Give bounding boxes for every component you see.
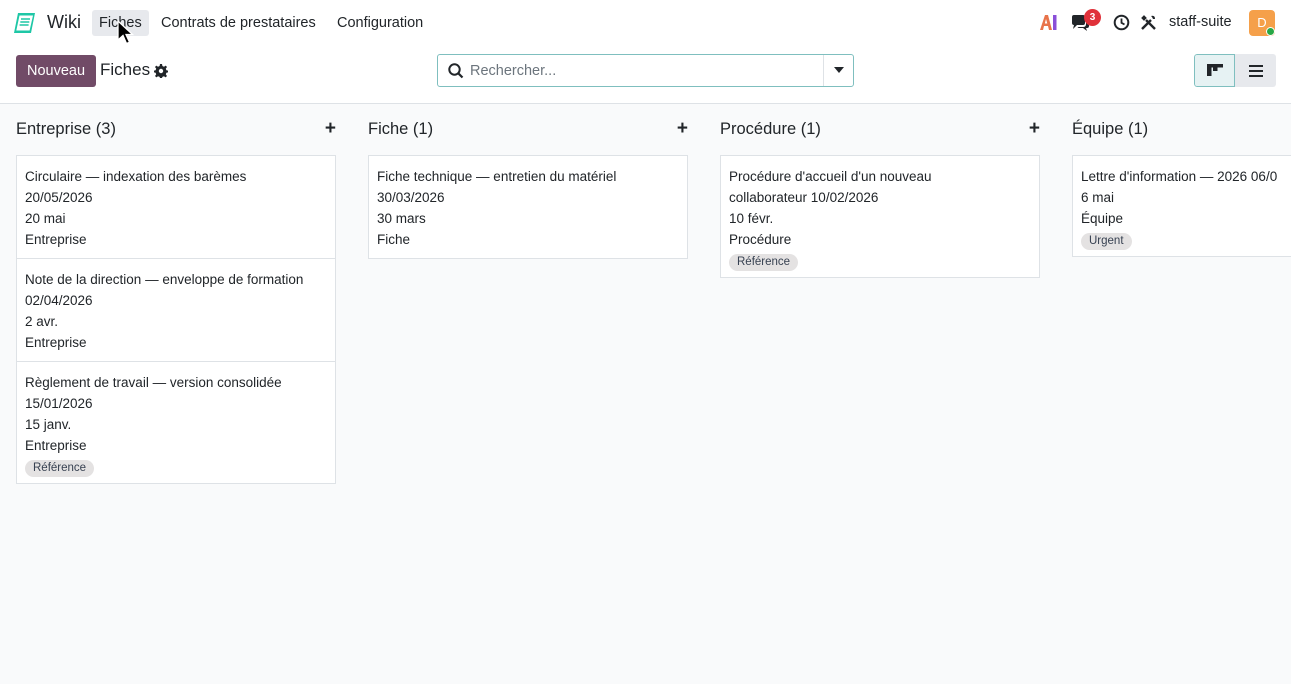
column-header: Équipe (1) <box>1072 120 1291 140</box>
card-short-date: 2 avr. <box>25 314 59 329</box>
tag-badge: Référence <box>25 460 95 477</box>
tag-badge: Urgent <box>1081 233 1132 250</box>
kanban-card[interactable]: Lettre d'information — 2026 06/0 6 mai É… <box>1072 155 1291 257</box>
new-button[interactable]: Nouveau <box>16 55 96 87</box>
card-short-date: 6 mai <box>1081 190 1115 205</box>
plus-icon[interactable]: + <box>325 118 336 140</box>
username[interactable]: staff-suite <box>1169 14 1232 30</box>
kanban-card[interactable]: Procédure d'accueil d'un nouveau collabo… <box>720 155 1040 278</box>
search-bar <box>437 54 854 87</box>
column-title[interactable]: Équipe (1) <box>1072 120 1148 139</box>
notification-badge: 3 <box>1084 9 1101 26</box>
card-short-date: 15 janv. <box>25 417 72 432</box>
search-options-toggle[interactable] <box>823 55 853 86</box>
menu-item-configuration[interactable]: Configuration <box>330 10 430 36</box>
card-date: 15/01/2026 <box>25 396 93 411</box>
kanban-icon <box>1206 63 1223 76</box>
search-icon <box>448 63 464 79</box>
plus-icon[interactable]: + <box>677 118 688 140</box>
tools-icon[interactable] <box>1140 14 1157 31</box>
kanban-card[interactable]: Note de la direction — enveloppe de form… <box>16 258 336 362</box>
caret-down-icon <box>833 67 844 73</box>
gear-icon[interactable] <box>154 64 168 78</box>
column-title[interactable]: Procédure (1) <box>720 120 821 139</box>
card-title: Circulaire — indexation des barèmes <box>25 169 247 184</box>
kanban-card[interactable]: Fiche technique — entretien du matériel … <box>368 155 688 259</box>
card-category: Entreprise <box>25 438 87 453</box>
card-category: Entreprise <box>25 335 87 350</box>
kanban-card[interactable]: Circulaire — indexation des barèmes 20/0… <box>16 155 336 259</box>
column-title[interactable]: Entreprise (3) <box>16 120 116 139</box>
card-short-date: 20 mai <box>25 211 66 226</box>
search-input[interactable] <box>470 56 820 85</box>
card-short-date: 10 févr. <box>729 211 774 226</box>
card-category: Procédure <box>729 232 792 247</box>
card-date: 30/03/2026 <box>377 190 445 205</box>
list-icon <box>1248 64 1263 77</box>
column-header: Procédure (1) + <box>720 118 1040 140</box>
control-panel: Nouveau Fiches <box>0 46 1291 104</box>
kanban-column-equipe: Équipe (1) Lettre d'information — 2026 0… <box>1072 104 1291 304</box>
card-date: 02/04/2026 <box>25 293 93 308</box>
column-header: Fiche (1) + <box>368 118 688 140</box>
view-switcher <box>1194 54 1276 87</box>
ai-icon[interactable] <box>1039 14 1058 31</box>
kanban-view-button[interactable] <box>1194 54 1235 87</box>
top-navbar: Wiki Fiches Contrats de prestataires Con… <box>0 0 1291 46</box>
card-category: Fiche <box>377 232 411 247</box>
kanban-card[interactable]: Règlement de travail — version consolidé… <box>16 361 336 484</box>
card-title: Lettre d'information — 2026 06/0 <box>1081 169 1278 184</box>
card-title: Fiche technique — entretien du matériel <box>377 169 617 184</box>
card-date: 20/05/2026 <box>25 190 93 205</box>
kanban-board: Entreprise (3) + Circulaire — indexation… <box>0 104 1291 684</box>
card-category: Équipe <box>1081 211 1124 226</box>
page-title: Fiches <box>100 60 151 79</box>
menu-item-contrats[interactable]: Contrats de prestataires <box>154 10 323 36</box>
card-title: Note de la direction — enveloppe de form… <box>25 272 304 287</box>
card-title-continued: collaborateur 10/02/2026 <box>729 190 879 205</box>
clock-icon[interactable] <box>1113 14 1130 31</box>
app-name[interactable]: Wiki <box>47 12 81 33</box>
list-view-button[interactable] <box>1235 54 1276 87</box>
mouse-cursor-icon <box>117 20 135 45</box>
wiki-book-icon[interactable] <box>12 11 38 35</box>
online-status-dot <box>1266 27 1275 36</box>
card-title: Procédure d'accueil d'un nouveau <box>729 169 932 184</box>
tag-badge: Référence <box>729 254 799 271</box>
card-category: Entreprise <box>25 232 87 247</box>
card-title: Règlement de travail — version consolidé… <box>25 375 282 390</box>
plus-icon[interactable]: + <box>1029 118 1040 140</box>
column-header: Entreprise (3) + <box>16 118 336 140</box>
column-title[interactable]: Fiche (1) <box>368 120 433 139</box>
card-short-date: 30 mars <box>377 211 426 226</box>
